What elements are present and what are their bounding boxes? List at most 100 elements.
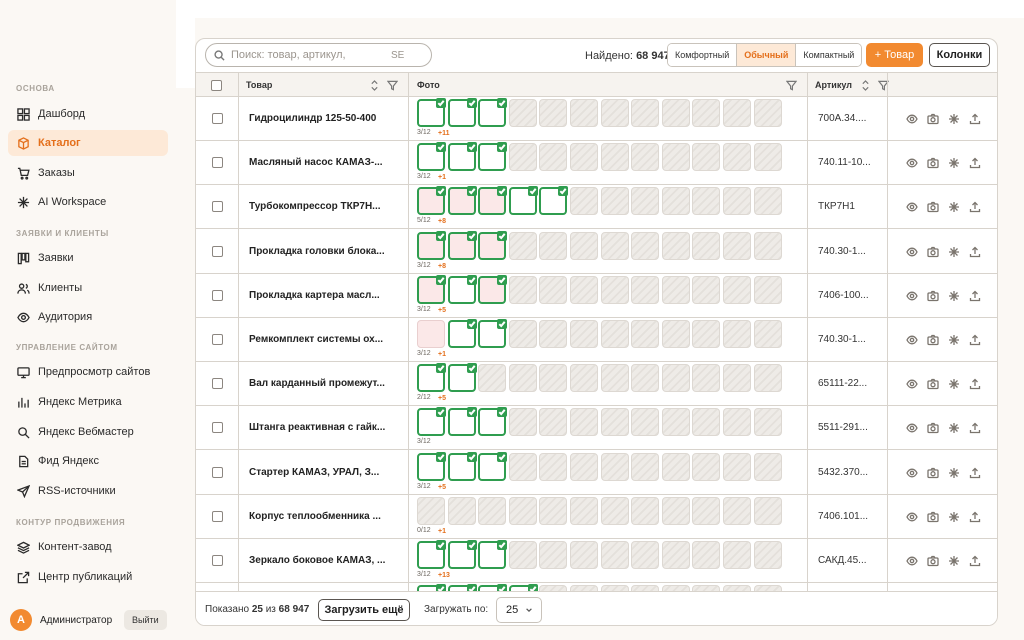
camera-icon[interactable] — [926, 510, 940, 524]
photo-slot[interactable] — [539, 452, 568, 481]
photo-slot[interactable] — [692, 408, 721, 437]
columns-button[interactable]: Колонки — [929, 43, 990, 67]
photo-slot[interactable] — [753, 99, 782, 127]
photo-slot[interactable] — [539, 364, 568, 393]
photo-thumbnail[interactable] — [478, 319, 508, 348]
photo-slot[interactable] — [692, 496, 721, 525]
camera-icon[interactable] — [926, 554, 940, 568]
upload-icon[interactable] — [968, 466, 982, 480]
search-box[interactable]: SE — [205, 43, 432, 67]
table-row[interactable]: Прокладка головки блока... 3/12 +8 740.30-1… — [196, 230, 997, 274]
photo-slot[interactable] — [539, 143, 568, 172]
photo-thumbnail[interactable] — [417, 451, 446, 481]
photo-thumbnail[interactable] — [508, 186, 538, 216]
photo-thumbnail[interactable] — [447, 407, 477, 437]
photo-slot[interactable] — [570, 364, 598, 393]
photo-slot[interactable] — [631, 496, 660, 525]
view-icon[interactable] — [905, 421, 919, 435]
sidebar-item[interactable]: Заявки — [8, 245, 168, 271]
table-row[interactable]: Штанга реактивная с гайк... 3/12 5511-291.… — [196, 406, 997, 451]
select-all-checkbox[interactable] — [211, 79, 222, 91]
row-checkbox[interactable] — [212, 555, 223, 566]
row-checkbox[interactable] — [212, 289, 223, 301]
sidebar-item[interactable]: Клиенты — [8, 275, 168, 301]
product-name[interactable]: Зеркало боковое КАМАЗ, ... — [249, 555, 399, 566]
table-row[interactable]: Прокладка картера масл... 3/12 +5 7406-100.… — [196, 274, 997, 318]
photo-slot[interactable] — [723, 187, 751, 216]
upload-icon[interactable] — [968, 156, 982, 170]
row-checkbox[interactable] — [212, 201, 223, 213]
photo-slot[interactable] — [600, 408, 629, 437]
row-checkbox[interactable] — [212, 422, 223, 434]
photo-thumbnail[interactable] — [417, 407, 446, 437]
sparkle-icon[interactable] — [947, 289, 961, 303]
photo-thumbnail[interactable] — [417, 230, 446, 260]
product-name[interactable]: Гидроцилиндр 125-50-400 — [249, 113, 399, 124]
sidebar-item[interactable]: Яндекс Метрика — [8, 389, 168, 415]
photo-slot[interactable] — [661, 99, 690, 127]
view-icon[interactable] — [905, 377, 919, 391]
photo-slot[interactable] — [723, 541, 751, 569]
photo-slot[interactable] — [753, 541, 782, 569]
photo-slot[interactable] — [692, 187, 721, 216]
view-icon[interactable] — [905, 466, 919, 480]
photo-slot[interactable] — [692, 231, 721, 260]
filter-icon[interactable] — [786, 80, 797, 91]
upload-icon[interactable] — [968, 245, 982, 259]
photo-slot[interactable] — [600, 231, 629, 260]
photo-thumbnail[interactable] — [417, 274, 446, 304]
sparkle-icon[interactable] — [947, 510, 961, 524]
photo-slot[interactable] — [631, 320, 660, 348]
photo-slot[interactable] — [723, 99, 751, 127]
photo-slot[interactable] — [661, 452, 690, 481]
photo-slot[interactable] — [661, 320, 690, 348]
sort-icon[interactable] — [861, 79, 870, 91]
photo-slot[interactable] — [600, 320, 629, 348]
photo-slot[interactable] — [600, 275, 629, 304]
photo-slot[interactable] — [539, 320, 568, 348]
photo-slot[interactable] — [417, 496, 445, 525]
photo-slot[interactable] — [723, 496, 751, 525]
product-name[interactable]: Турбокомпрессор ТКР7Н... — [249, 201, 399, 212]
row-checkbox[interactable] — [212, 510, 223, 522]
row-checkbox[interactable] — [212, 157, 223, 169]
view-icon[interactable] — [905, 112, 919, 126]
table-row[interactable]: Турбокомпрессор ТКР7Н... 5/12 +8 ТКР7Н1 — [196, 185, 997, 230]
photo-thumbnail[interactable] — [447, 363, 477, 393]
photo-slot[interactable] — [753, 187, 782, 216]
add-product-button[interactable]: + Товар — [866, 43, 923, 67]
photo-slot[interactable] — [539, 541, 568, 569]
camera-icon[interactable] — [926, 112, 940, 126]
search-input[interactable] — [231, 49, 391, 61]
view-icon[interactable] — [905, 554, 919, 568]
upload-icon[interactable] — [968, 200, 982, 214]
sparkle-icon[interactable] — [947, 200, 961, 214]
photo-slot[interactable] — [723, 231, 751, 260]
photo-slot[interactable] — [508, 364, 537, 393]
photo-thumbnail[interactable] — [478, 451, 508, 481]
table-row[interactable]: Гидроцилиндр 125-50-400 3/12 +11 700А.34...… — [196, 97, 997, 141]
view-icon[interactable] — [905, 289, 919, 303]
sparkle-icon[interactable] — [947, 554, 961, 568]
photo-slot[interactable] — [723, 320, 751, 348]
photo-slot[interactable] — [508, 275, 537, 304]
photo-slot[interactable] — [539, 408, 568, 437]
per-page-select[interactable]: 25 — [496, 597, 542, 623]
photo-thumbnail[interactable] — [478, 407, 508, 437]
photo-slot[interactable] — [692, 541, 721, 569]
product-name[interactable]: Ремкомплект системы ох... — [249, 334, 399, 345]
camera-icon[interactable] — [926, 289, 940, 303]
row-checkbox[interactable] — [212, 466, 223, 478]
sidebar-item[interactable]: Предпросмотр сайтов — [8, 359, 168, 385]
photo-thumbnail[interactable] — [417, 98, 446, 127]
photo-slot[interactable] — [692, 452, 721, 481]
photo-slot[interactable] — [508, 496, 537, 525]
product-name[interactable]: Вал карданный промежут... — [249, 378, 399, 389]
photo-slot[interactable] — [661, 275, 690, 304]
photo-slot[interactable] — [753, 452, 782, 481]
row-checkbox[interactable] — [212, 113, 223, 124]
photo-slot[interactable] — [723, 275, 751, 304]
photo-thumbnail[interactable] — [417, 186, 446, 216]
density-compact[interactable]: Компактный — [796, 44, 862, 66]
photo-slot[interactable] — [508, 320, 537, 348]
